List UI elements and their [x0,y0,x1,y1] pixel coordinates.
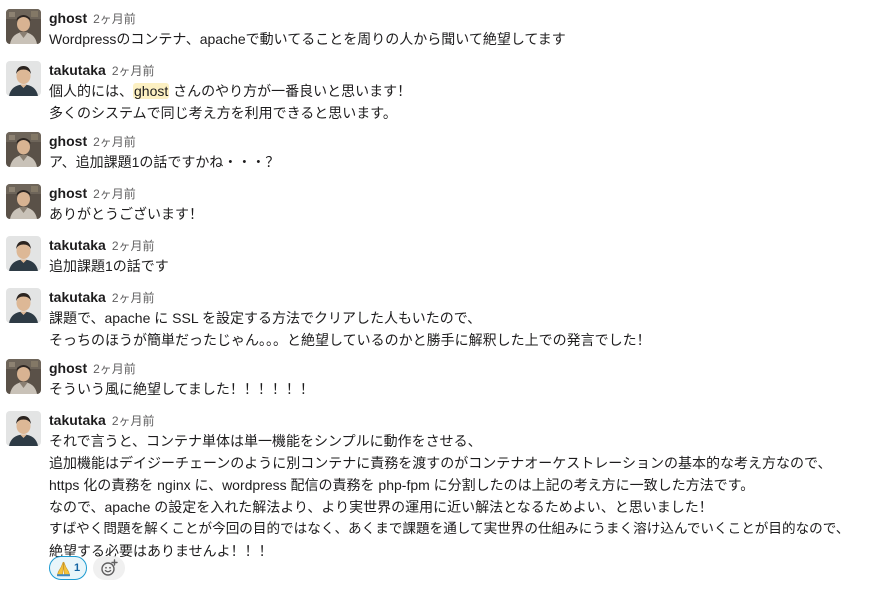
ghost-avatar[interactable] [6,9,41,44]
timestamp[interactable]: 2ヶ月前 [93,362,136,376]
author-name[interactable]: takutaka [49,289,106,305]
message-text: 追加課題1の話です [49,258,169,274]
author-name[interactable]: ghost [49,185,87,201]
author-name[interactable]: takutaka [49,62,106,78]
author-name[interactable]: takutaka [49,237,106,253]
message-text: そういう風に絶望してました！！！！！！ [49,381,314,397]
takutaka-avatar[interactable] [6,411,41,446]
author-name[interactable]: ghost [49,10,87,26]
author-name[interactable]: takutaka [49,412,106,428]
author-name[interactable]: ghost [49,133,87,149]
ghost-avatar[interactable] [6,359,41,394]
message-text: 追加機能はデイジーチェーンのように別コンテナに責務を渡すのがコンテナオーケストレ… [49,455,832,471]
takutaka-avatar[interactable] [6,288,41,323]
message-text: そっちのほうが簡単だったじゃん。。。と絶望しているのかと勝手に解釈した上での発言… [49,332,651,348]
message-text: すばやく問題を解くことが今回の目的ではなく、あくまで課題を通して実世界の仕組みに… [49,521,850,536]
message-text: 多くのシステムで同じ考え方を利用できると思います。 [49,105,397,121]
takutaka-avatar[interactable] [6,236,41,271]
timestamp[interactable]: 2ヶ月前 [93,187,136,201]
reaction-count: 1 [74,562,81,574]
ghost-avatar[interactable] [6,184,41,219]
message-text: ア、追加課題1の話ですかね・・・？ [49,154,280,170]
message-text: 個人的には、ghost さんのやり方が一番良いと思います！ [49,80,411,102]
ghost-avatar[interactable] [6,132,41,167]
message-text-before: 個人的には、 [49,83,133,99]
message-text: Wordpressのコンテナ、apacheで動いてることを周りの人から聞いて絶望… [49,31,566,47]
add-reaction-button[interactable] [93,556,125,580]
message-text: なので、apache の設定を入れた解法より、より実世界の運用に近い解法となるた… [49,499,713,515]
takutaka-avatar[interactable] [6,61,41,96]
timestamp[interactable]: 2ヶ月前 [112,64,155,78]
timestamp[interactable]: 2ヶ月前 [93,12,136,26]
timestamp[interactable]: 2ヶ月前 [112,239,155,253]
timestamp[interactable]: 2ヶ月前 [112,291,155,305]
message-text: 絶望する必要はありませんよ！！！ [49,543,273,559]
message-text: https 化の責務を nginx に、wordpress 配信の責務を php… [49,477,755,493]
message-text: 課題で、apache に SSL を設定する方法でクリアした人もいたので、 [49,310,482,326]
timestamp[interactable]: 2ヶ月前 [112,414,155,428]
author-name[interactable]: ghost [49,360,87,376]
user-mention[interactable]: ghost [133,83,170,99]
folded-hands-emoji [57,561,70,577]
message-text: それで言うと、コンテナ単体は単一機能をシンプルに動作をさせる、 [49,433,482,449]
add-reaction-icon [101,559,118,576]
message-text: ありがとうございます！ [49,206,203,222]
message-text-after: さんのやり方が一番良いと思います！ [169,83,412,99]
reaction-pill[interactable]: 1 [49,556,87,580]
timestamp[interactable]: 2ヶ月前 [93,135,136,149]
